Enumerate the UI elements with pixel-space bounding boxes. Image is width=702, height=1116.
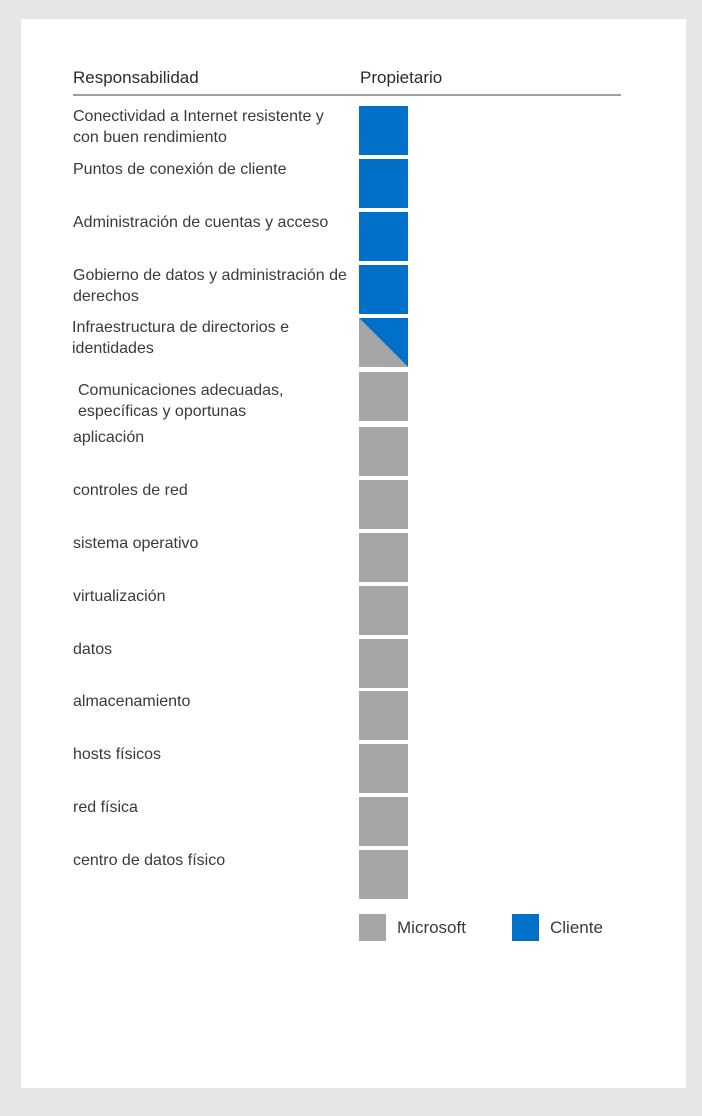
row-label: centro de datos físico [73,852,226,869]
row-label: Puntos de conexión de cliente [73,161,287,178]
owner-box-microsoft [359,372,408,421]
row-label: Infraestructura de directorios e identid… [72,319,289,357]
owner-box-microsoft [359,797,408,846]
legend-label-customer: Cliente [550,918,603,937]
row-label: almacenamiento [73,693,191,710]
row-label: Administración de cuentas y acceso [73,214,329,231]
owner-box-customer [359,265,408,314]
owner-box-microsoft [359,639,408,688]
owner-box-microsoft [359,533,408,582]
row-label: controles de red [73,482,188,499]
row-label: red física [73,799,138,816]
row-label: Comunicaciones adecuadas, específicas y … [78,382,284,420]
row-label: hosts físicos [73,746,162,763]
owner-box-shared [359,318,408,367]
owner-box-customer [359,106,408,155]
row-label: sistema operativo [73,535,199,552]
owner-box-customer [359,212,408,261]
owner-box-microsoft [359,480,408,529]
shared-split-icon [359,318,408,367]
owner-box-microsoft [359,586,408,635]
row-label: virtualización [73,588,166,605]
row-label: datos [73,641,113,658]
legend-swatch-customer [512,914,539,941]
owner-box-microsoft [359,744,408,793]
row-label: Gobierno de datos y administración de de… [73,267,347,305]
column-header-owner: Propietario [360,68,443,87]
owner-box-customer [359,159,408,208]
header-divider [73,94,621,96]
owner-box-microsoft [359,427,408,476]
row-label: aplicación [73,429,145,446]
owner-box-microsoft [359,691,408,740]
owner-box-microsoft [359,850,408,899]
legend-label-microsoft: Microsoft [397,918,466,937]
legend-swatch-microsoft [359,914,386,941]
column-header-responsibility: Responsabilidad [73,68,199,87]
row-label: Conectividad a Internet resistente y con… [73,108,324,146]
